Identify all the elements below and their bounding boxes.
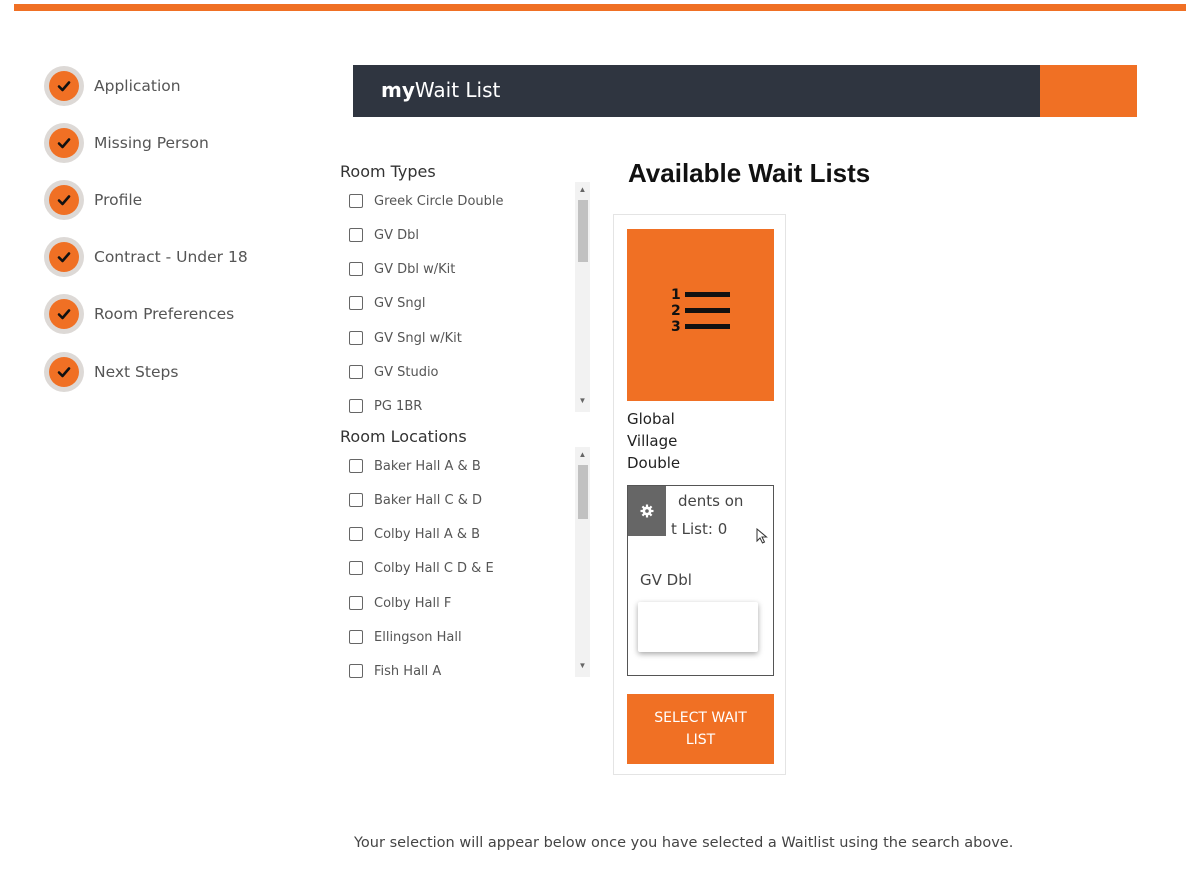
step-status xyxy=(44,66,84,106)
step-label: Room Preferences xyxy=(94,305,235,323)
room-type-option[interactable]: GV Sngl w/Kit xyxy=(349,329,462,347)
room-type-option[interactable]: GV Studio xyxy=(349,363,439,381)
checkbox[interactable] xyxy=(349,561,363,575)
room-types-scrollbar[interactable]: ▲ ▼ xyxy=(575,182,590,412)
checkmark-icon xyxy=(57,252,71,263)
checkmark-icon xyxy=(57,309,71,320)
checkmark-icon xyxy=(57,367,71,378)
mouse-cursor-icon xyxy=(756,528,768,544)
top-accent-bar xyxy=(14,4,1186,11)
room-types-title: Room Types xyxy=(340,162,436,181)
step-status xyxy=(44,294,84,334)
room-type-option[interactable]: GV Sngl xyxy=(349,294,425,312)
checkbox[interactable] xyxy=(349,596,363,610)
scroll-down-arrow-icon[interactable]: ▼ xyxy=(578,661,587,670)
wait-list-count: t List: 0 xyxy=(671,520,728,538)
wait-list-image: 1 2 3 xyxy=(627,229,774,401)
step-application[interactable]: Application xyxy=(44,66,181,106)
room-type-option[interactable]: Greek Circle Double xyxy=(349,192,504,210)
step-status xyxy=(44,237,84,277)
select-wait-list-button[interactable]: SELECT WAIT LIST xyxy=(627,694,774,764)
checkbox[interactable] xyxy=(349,228,363,242)
room-location-option[interactable]: Fish Hall A xyxy=(349,662,441,678)
scroll-down-arrow-icon[interactable]: ▼ xyxy=(578,396,587,405)
settings-button[interactable] xyxy=(628,486,666,536)
svg-text:3: 3 xyxy=(671,319,681,335)
scroll-up-arrow-icon[interactable]: ▲ xyxy=(578,185,587,194)
room-location-option[interactable]: Ellingson Hall xyxy=(349,628,462,646)
room-type-label: GV Dbl xyxy=(640,571,692,589)
checkmark-icon xyxy=(57,195,71,206)
step-status xyxy=(44,123,84,163)
checkbox[interactable] xyxy=(349,527,363,541)
checkbox[interactable] xyxy=(349,399,363,413)
checkbox[interactable] xyxy=(349,331,363,345)
scrollbar-thumb[interactable] xyxy=(578,200,588,262)
checkmark-icon xyxy=(57,81,71,92)
checkbox[interactable] xyxy=(349,262,363,276)
room-types-list[interactable]: Greek Circle Double GV Dbl GV Dbl w/Kit … xyxy=(340,183,575,413)
room-type-option[interactable]: PG 1BR xyxy=(349,397,422,413)
checkbox[interactable] xyxy=(349,296,363,310)
scrollbar-thumb[interactable] xyxy=(578,465,588,519)
step-label: Application xyxy=(94,77,181,95)
scroll-up-arrow-icon[interactable]: ▲ xyxy=(578,450,587,459)
available-wait-lists-title: Available Wait Lists xyxy=(628,158,871,188)
svg-text:1: 1 xyxy=(671,287,681,303)
step-label: Profile xyxy=(94,191,143,209)
step-status xyxy=(44,180,84,220)
page-title: myWait List xyxy=(381,78,501,102)
step-label: Missing Person xyxy=(94,134,209,152)
page-header: myWait List xyxy=(353,65,1040,117)
room-location-option[interactable]: Colby Hall F xyxy=(349,594,451,612)
room-locations-scrollbar[interactable]: ▲ ▼ xyxy=(575,447,590,677)
step-room-preferences[interactable]: Room Preferences xyxy=(44,294,234,334)
step-status xyxy=(44,352,84,392)
room-locations-title: Room Locations xyxy=(340,427,467,446)
room-type-option[interactable]: GV Dbl w/Kit xyxy=(349,260,455,278)
students-on-list-label: dents on xyxy=(678,492,744,510)
checkbox[interactable] xyxy=(349,365,363,379)
step-label: Contract - Under 18 xyxy=(94,248,248,266)
room-location-option[interactable]: Baker Hall A & B xyxy=(349,457,481,475)
gear-icon xyxy=(640,504,654,518)
room-location-option[interactable]: Colby Hall C D & E xyxy=(349,559,494,577)
checkmark-icon xyxy=(57,138,71,149)
step-contract[interactable]: Contract - Under 18 xyxy=(44,237,248,277)
room-locations-list[interactable]: Baker Hall A & B Baker Hall C & D Colby … xyxy=(340,448,575,678)
checkbox[interactable] xyxy=(349,459,363,473)
svg-text:2: 2 xyxy=(671,303,681,319)
checkbox[interactable] xyxy=(349,630,363,644)
room-type-option[interactable]: GV Dbl xyxy=(349,226,419,244)
step-next-steps[interactable]: Next Steps xyxy=(44,352,178,392)
room-location-option[interactable]: Baker Hall C & D xyxy=(349,491,482,509)
checkbox[interactable] xyxy=(349,664,363,678)
wait-list-name: Global Village Double xyxy=(627,410,681,472)
room-location-option[interactable]: Colby Hall A & B xyxy=(349,525,480,543)
selection-hint: Your selection will appear below once yo… xyxy=(354,835,1014,851)
numbered-list-icon: 1 2 3 xyxy=(671,287,730,335)
dropdown-popup[interactable] xyxy=(638,602,758,652)
step-missing-person[interactable]: Missing Person xyxy=(44,123,209,163)
step-label: Next Steps xyxy=(94,363,179,381)
step-profile[interactable]: Profile xyxy=(44,180,142,220)
header-accent-block xyxy=(1040,65,1137,117)
wait-list-details: dents on t List: 0 GV Dbl xyxy=(627,485,774,676)
wait-list-card[interactable]: 1 2 3 Global Village Double dents on t L… xyxy=(613,214,786,775)
checkbox[interactable] xyxy=(349,493,363,507)
checkbox[interactable] xyxy=(349,194,363,208)
